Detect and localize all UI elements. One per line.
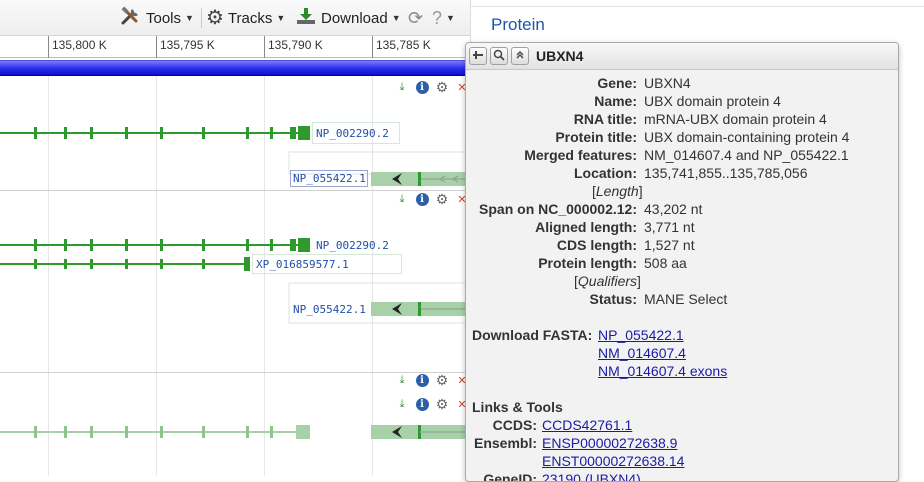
feature-label-selected[interactable]: NP_055422.1 bbox=[291, 172, 368, 185]
section-length-label: Length bbox=[595, 183, 639, 199]
field-value: UBXN4 bbox=[644, 75, 691, 91]
field-row: Protein title: UBX domain-containing prot… bbox=[466, 128, 898, 146]
zoom-button[interactable] bbox=[490, 47, 508, 65]
field-row: Merged features: NM_014607.4 and NP_05542… bbox=[466, 146, 898, 164]
field-row: CDS length: 1,527 nt bbox=[466, 236, 898, 254]
field-row: Status: MANE Select bbox=[466, 290, 898, 308]
download-row: NM_014607.4 bbox=[466, 344, 898, 362]
feature-np-002290-b[interactable] bbox=[0, 238, 310, 252]
section-qualifiers: [Qualifiers] bbox=[574, 273, 641, 289]
feature-tracks bbox=[0, 126, 470, 439]
link-key: GeneID: bbox=[483, 471, 537, 482]
download-row: NM_014607.4 exons bbox=[466, 362, 898, 380]
field-key: Name: bbox=[594, 93, 637, 109]
field-value: UBX domain protein 4 bbox=[644, 93, 781, 109]
field-row: Gene: UBXN4 bbox=[466, 74, 898, 92]
link-row: ENST00000272638.14 bbox=[466, 452, 898, 470]
ensembl-protein-link[interactable]: ENSP00000272638.9 bbox=[542, 435, 677, 451]
popup-header: UBXN4 bbox=[466, 43, 898, 70]
field-value: 43,202 nt bbox=[644, 201, 703, 217]
field-key: Status: bbox=[589, 291, 637, 307]
feature-label[interactable]: XP_016859577.1 bbox=[254, 258, 351, 271]
geneid-link[interactable]: 23190 (UBXN4) bbox=[542, 471, 641, 481]
download-link-nm-014607-exons[interactable]: NM_014607.4 exons bbox=[598, 362, 727, 380]
feature-bottom-row[interactable] bbox=[0, 425, 470, 439]
status-value: MANE Select bbox=[644, 291, 728, 307]
link-key: Ensembl: bbox=[473, 435, 537, 451]
feature-label[interactable]: NP_002290.2 bbox=[314, 127, 391, 140]
field-row: RNA title: mRNA-UBX domain protein 4 bbox=[466, 110, 898, 128]
links-tools-heading: Links & Tools bbox=[472, 399, 563, 415]
field-key: CDS length: bbox=[556, 237, 637, 253]
field-value: 508 aa bbox=[644, 255, 687, 271]
field-row: Location: 135,741,855..135,785,056 bbox=[466, 164, 898, 182]
protein-section-title[interactable]: Protein bbox=[491, 15, 545, 35]
field-key: Merged features: bbox=[524, 147, 637, 163]
section-qualifiers-label: Qualifiers bbox=[577, 273, 638, 289]
download-link-np-055422[interactable]: NP_055422.1 bbox=[598, 326, 684, 344]
link-row: CCDS: CCDS42761.1 bbox=[466, 416, 898, 434]
popup-title: UBXN4 bbox=[536, 48, 584, 64]
collapse-button[interactable] bbox=[511, 47, 529, 65]
pin-button[interactable] bbox=[469, 47, 487, 65]
download-fasta-label: Download FASTA: bbox=[472, 327, 593, 343]
double-chevron-up-icon bbox=[515, 50, 525, 63]
graphical-viewer: Tools ▼ ⚙ Tracks ▼ Download ▼ ⟳ ? ▼ 135,… bbox=[0, 0, 470, 476]
ensembl-transcript-link[interactable]: ENST00000272638.14 bbox=[542, 453, 684, 469]
field-value: 1,527 nt bbox=[644, 237, 695, 253]
field-key: Protein title: bbox=[555, 129, 637, 145]
field-row: Span on NC_000002.12: 43,202 nt bbox=[466, 200, 898, 218]
ccds-link[interactable]: CCDS42761.1 bbox=[542, 417, 632, 433]
link-key bbox=[466, 452, 537, 470]
feature-info-popup: UBXN4 Gene: UBXN4 Name: UBX domain protein… bbox=[465, 42, 899, 482]
field-key: Gene: bbox=[597, 75, 637, 91]
feature-label[interactable]: NP_002290.2 bbox=[314, 239, 391, 252]
link-key: CCDS: bbox=[492, 417, 537, 433]
feature-np-002290-a[interactable] bbox=[0, 126, 310, 140]
download-row: Download FASTA: NP_055422.1 bbox=[466, 326, 898, 344]
field-row: Protein length: 508 aa bbox=[466, 254, 898, 272]
field-value: UBX domain-containing protein 4 bbox=[644, 129, 850, 145]
field-row: Name: UBX domain protein 4 bbox=[466, 92, 898, 110]
links-tools-section: Links & Tools CCDS: CCDS42761.1 Ensembl:… bbox=[466, 398, 898, 482]
download-link-nm-014607[interactable]: NM_014607.4 bbox=[598, 344, 686, 362]
field-key: RNA title: bbox=[573, 111, 637, 127]
download-fasta-section: Download FASTA: NP_055422.1 NM_014607.4 … bbox=[466, 326, 898, 380]
divider bbox=[471, 6, 924, 7]
field-value: mRNA-UBX domain protein 4 bbox=[644, 111, 827, 127]
popup-body: Gene: UBXN4 Name: UBX domain protein 4 RNA… bbox=[466, 70, 898, 482]
field-key: Location: bbox=[574, 165, 637, 181]
link-row: GeneID: 23190 (UBXN4) bbox=[466, 470, 898, 482]
section-length: [Length] bbox=[592, 183, 643, 199]
field-value: 135,741,855..135,785,056 bbox=[644, 165, 808, 181]
field-key: Aligned length: bbox=[535, 219, 637, 235]
link-row: Ensembl: ENSP00000272638.9 bbox=[466, 434, 898, 452]
field-row: Aligned length: 3,771 nt bbox=[466, 218, 898, 236]
pin-icon bbox=[472, 50, 484, 63]
feature-xp-016859577[interactable] bbox=[0, 257, 250, 271]
field-key: Span on NC_000002.12: bbox=[479, 201, 637, 217]
field-key: Protein length: bbox=[538, 255, 637, 271]
field-value: 3,771 nt bbox=[644, 219, 695, 235]
field-value: NM_014607.4 and NP_055422.1 bbox=[644, 147, 849, 163]
feature-label[interactable]: NP_055422.1 bbox=[291, 303, 368, 316]
magnifier-icon bbox=[493, 49, 505, 64]
